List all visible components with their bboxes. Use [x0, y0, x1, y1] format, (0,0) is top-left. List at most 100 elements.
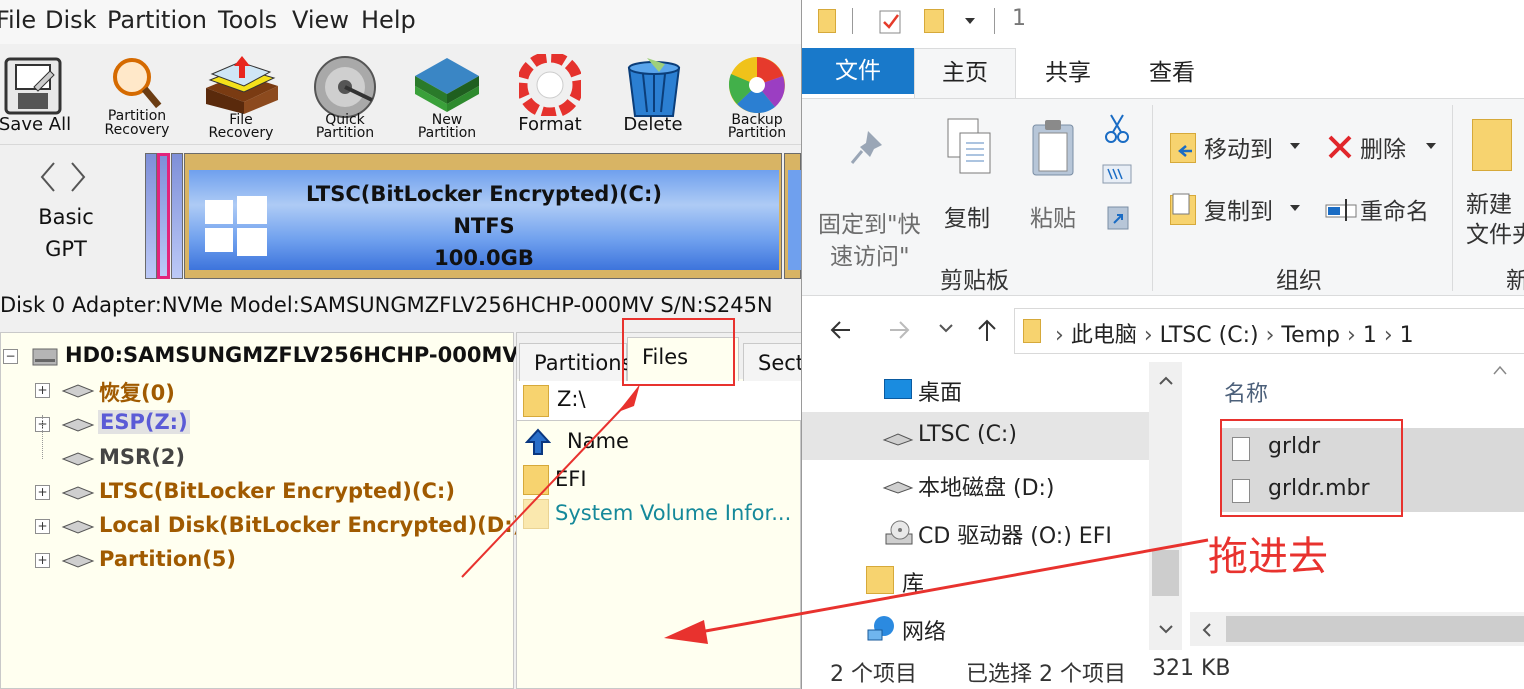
nav-item-network[interactable]: 网络	[802, 604, 1149, 652]
backup-partition-icon	[728, 57, 785, 114]
pin-quick-access-button[interactable]: 固定到"快 速访问"	[812, 119, 928, 270]
expand-icon[interactable]: +	[35, 485, 50, 500]
tab-home[interactable]: 主页	[914, 48, 1016, 99]
tab-view[interactable]: 查看	[1120, 48, 1224, 94]
h-scroll-thumb[interactable]	[1226, 616, 1524, 642]
dropdown-icon[interactable]	[964, 16, 976, 26]
drag-instruction-label: 拖进去	[1208, 534, 1328, 580]
partition-icon	[61, 384, 95, 398]
partition-block-recovery[interactable]	[145, 153, 157, 279]
tab-file[interactable]: 文件	[802, 48, 914, 94]
quick-partition-button[interactable]: Quick Partition	[299, 52, 391, 144]
partition-icon	[61, 418, 95, 432]
partition-block-c[interactable]: LTSC(BitLocker Encrypted)(C:) NTFS 100.0…	[184, 153, 782, 279]
delete-button[interactable]: Delete	[607, 52, 699, 144]
separator	[994, 8, 995, 34]
paste-shortcut-icon[interactable]	[1106, 203, 1130, 231]
collapse-icon[interactable]: −	[3, 349, 18, 364]
copy-icon	[947, 118, 991, 174]
file-name: System Volume Infor...	[555, 501, 792, 525]
breadcrumb-1-current[interactable]: 1	[1400, 323, 1414, 348]
window-title: 1	[1012, 6, 1026, 31]
file-recovery-button[interactable]: File Recovery	[195, 52, 287, 144]
status-bar: 2 个项目 已选择 2 个项目 321 KB	[802, 650, 1524, 689]
nav-item-libraries[interactable]: 库	[802, 556, 1149, 604]
nav-item-cd-drive[interactable]: CD 驱动器 (O:) EFI	[802, 508, 1149, 556]
backup-partition-button[interactable]: Backup Partition	[711, 52, 801, 144]
expand-icon[interactable]: +	[35, 383, 50, 398]
nav-item-local-disk-d[interactable]: 本地磁盘 (D:)	[802, 460, 1149, 508]
partition-block-esp[interactable]	[157, 153, 170, 279]
menu-partition[interactable]: Partition	[107, 6, 207, 34]
menu-help[interactable]: Help	[361, 6, 416, 34]
format-button[interactable]: Format	[504, 52, 596, 144]
breadcrumb-separator: ›	[1265, 323, 1275, 348]
address-bar[interactable]: › 此电脑 › LTSC (C:) › Temp › 1 › 1	[1014, 308, 1524, 354]
forward-arrow-icon[interactable]	[886, 317, 912, 343]
paste-button[interactable]: 粘贴	[1024, 113, 1084, 232]
sort-up-icon[interactable]	[1492, 364, 1508, 376]
menu-view[interactable]: View	[292, 6, 349, 34]
nav-scroll-thumb[interactable]	[1152, 550, 1179, 596]
file-row-efi[interactable]: EFI	[517, 463, 801, 497]
back-arrow-icon[interactable]	[828, 317, 854, 343]
move-to-button[interactable]: 移动到	[1166, 127, 1300, 167]
menu-disk[interactable]: Disk	[45, 6, 97, 34]
file-list-header[interactable]: Name	[517, 425, 801, 459]
copy-to-button[interactable]: 复制到	[1166, 189, 1300, 229]
save-all-button[interactable]: Save All	[0, 52, 81, 144]
nav-item-label: 库	[902, 572, 925, 597]
expand-icon[interactable]: +	[35, 519, 50, 534]
breadcrumb-this-pc[interactable]: 此电脑	[1071, 323, 1137, 348]
partition-block-d[interactable]	[784, 153, 801, 279]
nav-item-ltsc[interactable]: LTSC (C:)	[802, 412, 1149, 460]
highlight-files-tab	[622, 318, 735, 386]
move-to-label: 移动到	[1204, 137, 1273, 163]
horizontal-scrollbar[interactable]	[1190, 612, 1524, 646]
breadcrumb-ltsc[interactable]: LTSC (C:)	[1160, 323, 1259, 348]
properties-icon[interactable]	[878, 7, 902, 35]
path-bar[interactable]: Z:\	[517, 381, 801, 421]
tab-partitions[interactable]: Partitions	[519, 343, 632, 381]
disk-nav-arrows-icon[interactable]	[36, 159, 90, 195]
nav-item-desktop[interactable]: 桌面	[802, 365, 1149, 413]
up-arrow-icon[interactable]	[974, 317, 1000, 343]
column-header-name[interactable]: 名称	[1224, 376, 1268, 408]
toolbar: Save All Partition Recovery File Recover…	[0, 44, 801, 144]
expand-icon[interactable]: +	[35, 553, 50, 568]
disk-type-gpt: GPT	[45, 237, 87, 261]
tab-share[interactable]: 共享	[1016, 48, 1120, 94]
new-group-label: 新	[1506, 261, 1524, 295]
file-row-system-volume[interactable]: System Volume Infor...	[517, 497, 801, 531]
copy-button[interactable]: 复制	[940, 113, 1000, 232]
partition-recovery-button[interactable]: Partition Recovery	[91, 52, 183, 144]
new-partition-button[interactable]: New Partition	[401, 52, 493, 144]
delete-label: 删除	[1360, 137, 1406, 163]
nav-scrollbar[interactable]	[1149, 362, 1182, 650]
cd-drive-icon	[885, 520, 913, 545]
partition-block-d-fill	[788, 170, 801, 270]
format-label: Format	[518, 114, 582, 135]
up-arrow-icon[interactable]	[525, 428, 551, 456]
tab-sectors[interactable]: Sect	[743, 343, 801, 381]
menu-tools[interactable]: Tools	[218, 6, 277, 34]
folder-icon	[523, 465, 549, 495]
scroll-left-icon[interactable]	[1202, 623, 1212, 637]
breadcrumb-1[interactable]: 1	[1363, 323, 1377, 348]
copy-path-icon[interactable]	[1102, 163, 1132, 185]
selected-count: 已选择 2 个项目	[966, 662, 1126, 687]
new-folder-icon[interactable]	[924, 9, 944, 33]
scroll-up-icon[interactable]	[1159, 376, 1173, 386]
recent-locations-icon[interactable]	[938, 323, 954, 335]
new-folder-button[interactable]: 新建 文件夹	[1462, 115, 1524, 248]
delete-ribbon-button[interactable]: 删除	[1322, 127, 1436, 167]
drive-icon	[882, 433, 914, 446]
save-all-label: Save All	[0, 114, 72, 135]
cut-icon[interactable]	[1104, 113, 1130, 143]
scroll-down-icon[interactable]	[1159, 624, 1173, 634]
partition-block-msr[interactable]	[171, 153, 183, 279]
breadcrumb-temp[interactable]: Temp	[1281, 323, 1340, 348]
breadcrumb-separator: ›	[1383, 323, 1393, 348]
menu-file[interactable]: File	[0, 6, 36, 34]
rename-button[interactable]: 重命名	[1322, 189, 1442, 229]
